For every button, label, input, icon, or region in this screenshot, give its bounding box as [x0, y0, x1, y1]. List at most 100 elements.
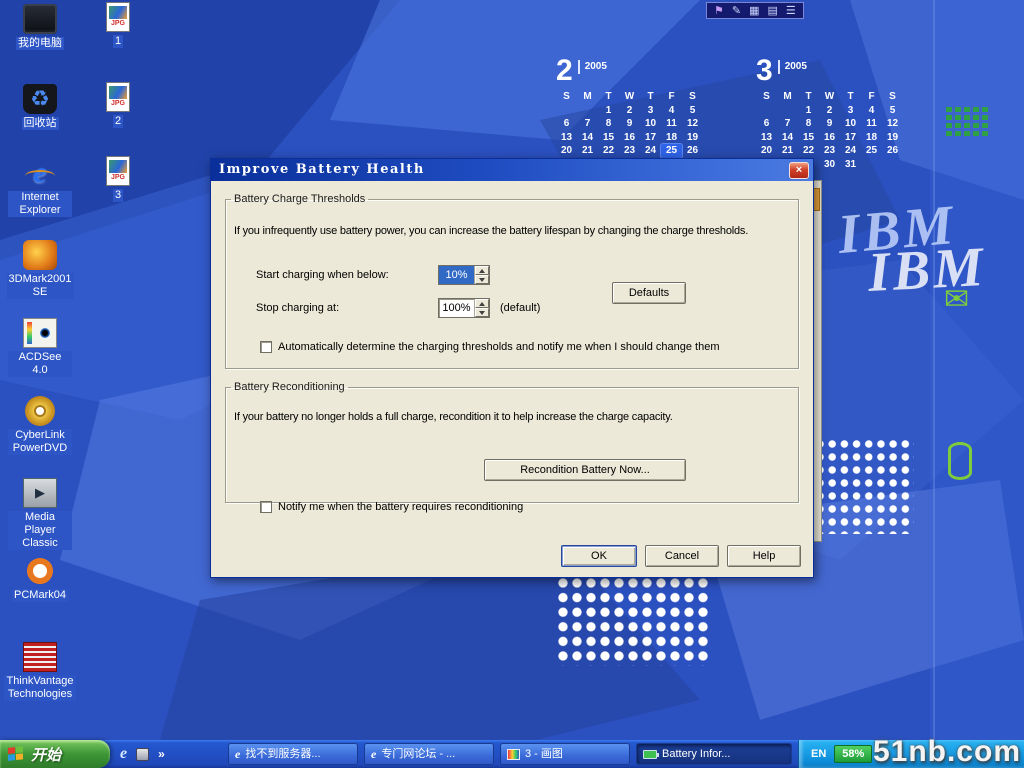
desktop-icon-powerdvd[interactable]: CyberLink PowerDVD	[8, 396, 72, 455]
close-icon[interactable]: ×	[789, 162, 809, 179]
spin-down-button[interactable]	[475, 308, 489, 317]
calendar-february: 2 2005 SMTWTFS 1234567891011121314151617…	[556, 56, 703, 171]
desktop-icon-media-player-classic[interactable]: ▶ Media Player Classic	[8, 478, 72, 550]
calendar-header: 2 2005	[556, 56, 703, 88]
calendar-cell: S	[556, 90, 577, 104]
dot-grid-decoration-right	[816, 440, 914, 534]
desktop-icon-label: CyberLink PowerDVD	[8, 429, 72, 455]
stop-threshold-value[interactable]: 100%	[439, 299, 474, 317]
envelope-icon: ✉	[944, 282, 969, 317]
menu-icon[interactable]: ☰	[786, 4, 796, 18]
desktop-icon-recycle-bin[interactable]: ♻ 回收站	[8, 84, 72, 130]
start-charging-label: Start charging when below:	[256, 269, 389, 281]
help-button[interactable]: Help	[727, 545, 801, 567]
panel-icon[interactable]: ▤	[768, 4, 778, 18]
calendar-cell: 19	[682, 131, 703, 145]
task-button-forum[interactable]: e 专门网论坛 - ...	[364, 743, 494, 765]
pen-icon[interactable]: ✎	[732, 4, 741, 18]
start-threshold-value[interactable]: 10%	[439, 266, 474, 284]
calendar-cell: 31	[840, 158, 861, 172]
keypad-grid-decoration	[946, 106, 990, 136]
calendar-march: 3 2005 SMTWTFS 1234567891011121314151617…	[756, 56, 903, 171]
desktop-icon-jpg-3[interactable]: JPG 3	[96, 156, 140, 202]
calendar-cell: 4	[861, 104, 882, 118]
spin-up-button[interactable]	[475, 299, 489, 308]
desktop-icon-label: 回收站	[22, 117, 59, 130]
grid-icon[interactable]: ▦	[749, 4, 759, 18]
spin-up-button[interactable]	[475, 266, 489, 275]
reconditioning-description: If your battery no longer holds a full c…	[234, 411, 673, 423]
3dmark-icon	[23, 240, 57, 270]
group-title: Battery Charge Thresholds	[231, 193, 368, 205]
desktop-icon-thinkvantage[interactable]: ThinkVantage Technologies	[8, 642, 72, 701]
auto-determine-checkbox[interactable]	[260, 341, 272, 353]
dot-grid-decoration	[558, 578, 712, 666]
calendar-cell	[577, 104, 598, 118]
calendar-cell: 5	[882, 104, 903, 118]
calendar-cell: M	[577, 90, 598, 104]
recondition-battery-button[interactable]: Recondition Battery Now...	[484, 459, 686, 481]
quick-launch-ie-icon[interactable]: e	[120, 745, 127, 763]
calendar-cell: F	[861, 90, 882, 104]
calendar-cell: 9	[619, 117, 640, 131]
task-button-paint[interactable]: 3 - 画图	[500, 743, 630, 765]
start-button[interactable]: 开始	[0, 740, 110, 768]
pcmark-icon	[27, 558, 53, 584]
desktop-icon-pcmark04[interactable]: PCMark04	[8, 556, 72, 602]
calendar-cell: 6	[556, 117, 577, 131]
jpg-file-icon: JPG	[106, 156, 130, 186]
defaults-button[interactable]: Defaults	[612, 282, 686, 304]
calendar-cell: S	[756, 90, 777, 104]
language-indicator[interactable]: EN	[811, 748, 826, 760]
desktop-icon-jpg-2[interactable]: JPG 2	[96, 82, 140, 128]
powerdvd-disc-icon	[25, 396, 55, 426]
desktop-icon-label: Media Player Classic	[8, 511, 72, 550]
notify-recondition-checkbox-row: Notify me when the battery requires reco…	[260, 501, 523, 513]
media-player-classic-icon: ▶	[23, 478, 57, 508]
desktop-icon-3dmark2001[interactable]: 3DMark2001 SE	[8, 240, 72, 299]
calendar-cell	[861, 158, 882, 172]
cancel-button[interactable]: Cancel	[645, 545, 719, 567]
task-button-battery-information[interactable]: Battery Infor...	[636, 743, 792, 765]
calendar-cell: F	[661, 90, 682, 104]
calendar-cell	[556, 104, 577, 118]
calendar-cell: T	[640, 90, 661, 104]
stop-threshold-spinner[interactable]: 100%	[438, 298, 490, 318]
calendar-cell: 19	[882, 131, 903, 145]
quick-launch-app-icon[interactable]	[136, 748, 149, 761]
calendar-weekday-row: SMTWTFS	[756, 90, 903, 104]
desktop-icon-internet-explorer[interactable]: e Internet Explorer	[8, 158, 72, 217]
calendar-cell: 8	[798, 117, 819, 131]
quick-launch-more-chevron[interactable]: »	[158, 747, 165, 761]
desktop-icon-acdsee[interactable]: ACDSee 4.0	[8, 318, 72, 377]
dialog-titlebar[interactable]: Improve Battery Health ×	[211, 159, 813, 181]
spin-down-button[interactable]	[475, 275, 489, 284]
improve-battery-health-dialog: Improve Battery Health × Battery Charge …	[210, 158, 814, 578]
mini-toolbar: ⚑ ✎ ▦ ▤ ☰	[706, 2, 804, 19]
calendar-cell: 16	[619, 131, 640, 145]
desktop-icon-label: 3	[113, 189, 123, 202]
quick-launch: e »	[114, 740, 171, 768]
ok-button[interactable]: OK	[561, 545, 637, 567]
calendar-cell: 15	[598, 131, 619, 145]
desktop-icon-my-computer[interactable]: 我的电脑	[8, 4, 72, 50]
desktop-icon-jpg-1[interactable]: JPG 1	[96, 2, 140, 48]
internet-explorer-icon: e	[23, 158, 57, 188]
thinkvantage-icon	[23, 642, 57, 672]
group-title: Battery Reconditioning	[231, 381, 348, 393]
notify-recondition-checkbox[interactable]	[260, 501, 272, 513]
battery-task-icon	[643, 750, 657, 759]
battery-tray-indicator[interactable]: 58%	[834, 745, 872, 763]
calendar-cell: T	[798, 90, 819, 104]
task-button-server-not-found[interactable]: e 找不到服务器...	[228, 743, 358, 765]
ibm-logo-overlay: IBM	[866, 235, 987, 305]
calendar-cell: 7	[577, 117, 598, 131]
calendar-year: 2005	[578, 60, 607, 74]
start-threshold-spinner[interactable]: 10%	[438, 265, 490, 285]
calendar-cell: 5	[682, 104, 703, 118]
calendar-cell: W	[619, 90, 640, 104]
jpg-badge: JPG	[111, 19, 125, 28]
thresholds-description: If you infrequently use battery power, y…	[234, 225, 748, 237]
calendar-cell: W	[819, 90, 840, 104]
flag-icon[interactable]: ⚑	[714, 4, 724, 18]
